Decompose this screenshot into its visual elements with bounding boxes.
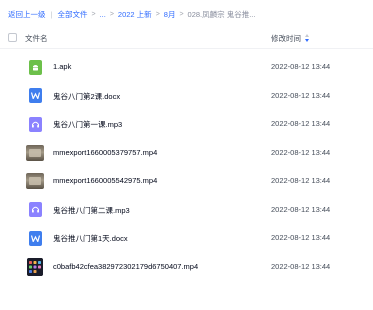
file-modified-time: 2022-08-12 13:44 (271, 176, 331, 185)
breadcrumb-current-folder: 028.凤麟宗 鬼谷推... (187, 9, 256, 19)
file-row[interactable]: 鬼谷八门第2课.docx 2022-08-12 13:44 (0, 82, 373, 111)
video-thumbnail-icon (26, 257, 44, 276)
breadcrumb-chevron-icon: > (179, 10, 184, 18)
file-modified-time: 2022-08-12 13:44 (271, 147, 331, 157)
sort-descending-icon[interactable] (305, 34, 310, 43)
file-name[interactable]: mmexport1660005542975.mp4 (53, 176, 157, 185)
file-name[interactable]: 鬼谷推八门第1天.docx (53, 233, 128, 244)
file-row[interactable]: 1.apk 2022-08-12 13:44 (0, 53, 373, 82)
file-modified-time: 2022-08-12 13:44 (271, 62, 331, 71)
file-row[interactable]: 鬼谷推八门第1天.docx 2022-08-12 13:44 (0, 224, 373, 253)
file-row[interactable]: c0bafb42cfea382972302179d6750407.mp4 202… (0, 253, 373, 282)
file-name[interactable]: c0bafb42cfea382972302179d6750407.mp4 (53, 262, 198, 271)
file-name[interactable]: 鬼谷推八门第二课.mp3 (53, 205, 130, 216)
file-modified-time: 2022-08-12 13:44 (271, 233, 331, 242)
breadcrumb-item-august[interactable]: 8月 (164, 9, 176, 20)
file-name[interactable]: 1.apk (53, 62, 71, 71)
select-all-checkbox[interactable] (8, 33, 17, 42)
file-name[interactable]: mmexport1660005379757.mp4 (53, 148, 157, 157)
word-file-icon (26, 87, 44, 105)
breadcrumb-item-2022[interactable]: 2022 上新 (118, 9, 152, 20)
file-row[interactable]: mmexport1660005542975.mp4 2022-08-12 13:… (0, 167, 373, 196)
column-header-time-label: 修改时间 (271, 34, 301, 43)
audio-file-icon (26, 115, 44, 133)
file-modified-time: 2022-08-12 13:44 (271, 261, 331, 271)
breadcrumb-item-ellipsis[interactable]: ... (100, 10, 106, 19)
file-row[interactable]: mmexport1660005379757.mp4 2022-08-12 13:… (0, 139, 373, 168)
word-file-icon (26, 229, 44, 247)
breadcrumb-chevron-icon: > (109, 10, 114, 18)
breadcrumb-chevron-icon: > (91, 10, 96, 18)
file-row[interactable]: 鬼谷八门第一课.mp3 2022-08-12 13:44 (0, 110, 373, 139)
file-list-header: 文件名 修改时间 (0, 27, 373, 49)
file-row[interactable]: 鬼谷推八门第二课.mp3 2022-08-12 13:44 (0, 196, 373, 225)
column-header-time[interactable]: 修改时间 (271, 33, 310, 44)
column-header-name[interactable]: 文件名 (25, 33, 48, 44)
file-name[interactable]: 鬼谷八门第2课.docx (53, 91, 120, 102)
breadcrumb-divider: | (50, 9, 53, 19)
breadcrumb-chevron-icon: > (155, 10, 160, 18)
breadcrumb-item-all-files[interactable]: 全部文件 (57, 9, 87, 20)
file-modified-time: 2022-08-12 13:44 (271, 90, 331, 100)
video-thumbnail-icon (26, 144, 44, 162)
file-modified-time: 2022-08-12 13:44 (271, 204, 331, 214)
audio-file-icon (26, 201, 44, 219)
breadcrumb-back-link[interactable]: 返回上一级 (8, 9, 46, 20)
file-list: 1.apk 2022-08-12 13:44 鬼谷八门第2课.docx 2022… (0, 53, 373, 281)
file-name[interactable]: 鬼谷八门第一课.mp3 (53, 119, 122, 130)
file-modified-time: 2022-08-12 13:44 (271, 119, 331, 128)
apk-file-icon (26, 58, 44, 76)
breadcrumb: 返回上一级 | 全部文件 > ... > 2022 上新 > 8月 > 028.… (8, 7, 373, 21)
video-thumbnail-icon (26, 172, 44, 190)
